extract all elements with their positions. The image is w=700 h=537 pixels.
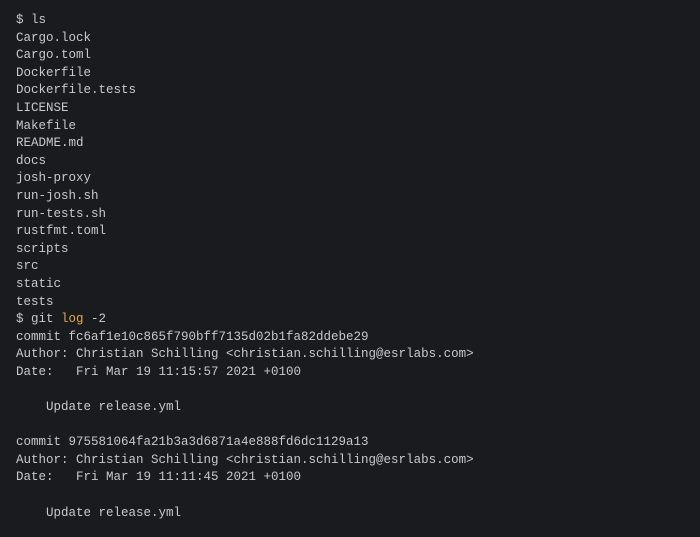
terminal[interactable]: $ ls Cargo.lock Cargo.toml Dockerfile Do… xyxy=(0,0,700,537)
cmd-git-prefix: git xyxy=(31,312,61,326)
cmd-ls: ls xyxy=(31,13,46,27)
commit-message: Update release.yml xyxy=(16,400,181,414)
commit-author: Author: Christian Schilling <christian.s… xyxy=(16,453,474,467)
ls-output-line: README.md xyxy=(16,136,84,150)
ls-output-line: run-josh.sh xyxy=(16,189,99,203)
ls-output-line: static xyxy=(16,277,61,291)
ls-output-line: src xyxy=(16,259,39,273)
ls-output-line: josh-proxy xyxy=(16,171,91,185)
prompt-line-git: $ git log -2 xyxy=(16,312,106,326)
commit-date: Date: Fri Mar 19 11:11:45 2021 +0100 xyxy=(16,470,301,484)
prompt-symbol: $ xyxy=(16,13,31,27)
prompt-line-ls: $ ls xyxy=(16,13,46,27)
ls-output-line: scripts xyxy=(16,242,69,256)
commit-date: Date: Fri Mar 19 11:15:57 2021 +0100 xyxy=(16,365,301,379)
ls-output-line: LICENSE xyxy=(16,101,69,115)
commit-message: Update release.yml xyxy=(16,506,181,520)
ls-output-line: Dockerfile.tests xyxy=(16,83,136,97)
ls-output-line: docs xyxy=(16,154,46,168)
ls-output-line: run-tests.sh xyxy=(16,207,106,221)
ls-output-line: Cargo.toml xyxy=(16,48,91,62)
ls-output-line: Dockerfile xyxy=(16,66,91,80)
commit-author: Author: Christian Schilling <christian.s… xyxy=(16,347,474,361)
ls-output-line: rustfmt.toml xyxy=(16,224,106,238)
commit-hash: commit fc6af1e10c865f790bff7135d02b1fa82… xyxy=(16,330,369,344)
ls-output-line: tests xyxy=(16,295,54,309)
cmd-git-keyword: log xyxy=(61,312,84,326)
commit-hash: commit 975581064fa21b3a3d6871a4e888fd6dc… xyxy=(16,435,369,449)
cmd-git-suffix: -2 xyxy=(84,312,107,326)
ls-output-line: Makefile xyxy=(16,119,76,133)
ls-output-line: Cargo.lock xyxy=(16,31,91,45)
prompt-symbol: $ xyxy=(16,312,31,326)
